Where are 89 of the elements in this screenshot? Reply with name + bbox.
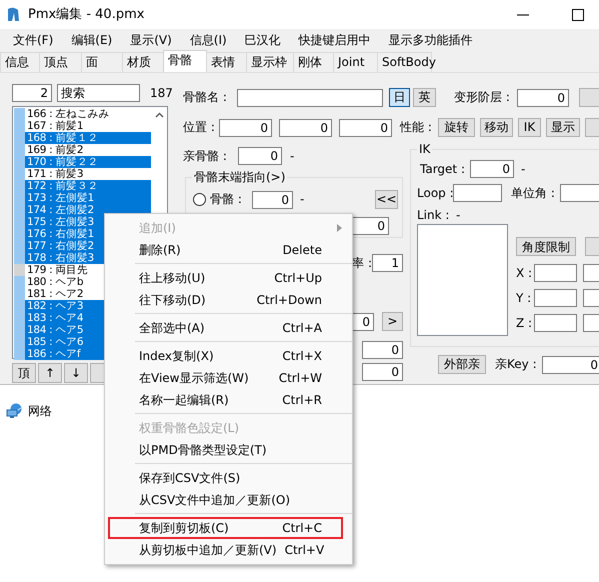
input-field[interactable]: 1 [372,254,403,272]
target-name: - [521,162,526,176]
parent-name: - [290,148,294,164]
desktop-item-label[interactable]: 网络 [28,404,52,418]
list-button[interactable]: ↑ [38,363,62,383]
list-item[interactable]: 174 : 左側髪2 [25,204,151,216]
list-item[interactable]: 167 : 前髪1 [25,120,151,132]
list-item[interactable]: 170 : 前髪２２ [25,156,151,168]
field-label: Loop : [417,186,453,200]
input-field[interactable]: 0 [279,118,332,136]
flag-button[interactable]: 移动 [480,118,513,137]
input-field[interactable] [453,184,502,202]
input-field[interactable] [560,184,599,202]
menu-item[interactable]: 从剪切板中追加／更新(V) Ctrl+V [108,539,343,561]
input-field[interactable]: 0 [470,160,514,178]
menu-item[interactable]: 巳汉化 [236,29,290,51]
menu-item[interactable]: 快捷键启用中 [290,29,380,51]
tab[interactable]: 表情 [206,52,247,72]
field-label: 位置 : [183,120,216,135]
bone-name: - [300,192,304,207]
tab[interactable]: 骨骼 [163,50,207,72]
list-item[interactable]: 173 : 左側髪1 [25,192,151,204]
angle-limit-button[interactable]: 角度限制 [516,237,576,256]
window-title: Pmx编集 - 40.pmx [28,6,144,22]
field-label: 率 : [352,256,372,270]
menu-item[interactable]: 显示(V) [121,29,181,51]
input-field[interactable]: 0 [517,88,569,106]
input-field[interactable]: 搜索 [57,84,140,102]
input-field[interactable]: 0 [339,118,392,136]
field-label: 变形阶层 : [454,90,511,105]
external-parent-button[interactable]: 外部亲 [438,355,486,374]
list-button[interactable]: ↓ [64,363,88,383]
input-field[interactable] [534,289,577,308]
menu-item[interactable]: 文件(F) [4,29,62,51]
app-icon [5,6,21,22]
input-field[interactable]: 0 [362,341,403,359]
link-list[interactable] [417,224,508,336]
field-label: Z : [516,316,534,331]
menu-item[interactable]: 往上移动(U) Ctrl+Up [108,267,343,289]
field-label: Y : [516,291,532,306]
scroll-up-icon [155,112,164,118]
menu-item[interactable]: 在View显示筛选(W) Ctrl+W [108,367,343,389]
input-field[interactable]: 0 [219,118,272,136]
menu-item[interactable]: 以PMD骨骼类型设定(T) [108,439,343,461]
input-field[interactable]: 0 [542,356,599,374]
next-button[interactable]: > [382,312,403,331]
tab[interactable]: 信息 [0,52,40,72]
field-label: 亲Key : [495,357,538,372]
menu-item[interactable]: 信息(I) [180,29,236,51]
menu-item[interactable]: 复制到剪切板(C) Ctrl+C [108,517,343,539]
field-label: X : [516,266,534,281]
input-field[interactable] [534,264,577,282]
flag-button[interactable]: 显示 [546,118,580,137]
radio-button[interactable] [193,193,206,206]
input-field[interactable]: 2 [12,84,52,102]
menu-item[interactable]: 名称一起编辑(R) Ctrl+R [108,389,343,411]
input-field[interactable] [534,314,577,332]
input-field[interactable]: 0 [252,190,293,208]
maximize-icon [572,8,584,20]
field-label: 性能 : [400,120,433,135]
field-label: 骨骼名 : [183,90,228,105]
list-item[interactable]: 171 : 前髪3 [25,168,151,180]
flag-button[interactable]: 旋转 [438,118,475,137]
list-item[interactable]: 166 : 左ねこみみ [25,108,151,120]
field-label: Link : [417,208,450,222]
list-item[interactable]: 172 : 前髪３２ [25,180,151,192]
count-label: 187 [150,86,173,100]
back-button[interactable]: << [375,190,398,209]
field-label: 单位角 : [511,186,556,200]
language-button[interactable]: 日 [389,88,410,107]
field-label: 骨骼 : [210,192,243,207]
menu-item[interactable]: 保存到CSV文件(S) [108,467,343,489]
link-name: - [456,208,460,222]
list-item[interactable]: 168 : 前髪１２ [25,132,151,144]
field-label: 亲骨骼 : [183,148,228,164]
network-icon [6,403,23,419]
field-label: Target : [419,162,466,176]
input-field[interactable] [237,88,383,106]
input-field[interactable]: 0 [238,147,282,165]
menu-item[interactable]: 从CSV文件中追加／更新(O) [108,489,343,511]
input-field[interactable]: 0 [362,363,403,381]
language-button[interactable]: 英 [413,88,436,107]
submenu-arrow-icon [337,224,342,232]
list-button[interactable]: 頂 [12,363,36,383]
flag-button[interactable]: IK [518,118,541,137]
list-item[interactable]: 169 : 前髪2 [25,144,151,156]
menu-item[interactable]: 显示多功能插件 [380,29,482,51]
menu-item[interactable]: 编辑(E) [62,29,122,51]
group-title: 骨骼末端指向(>) [192,170,288,184]
